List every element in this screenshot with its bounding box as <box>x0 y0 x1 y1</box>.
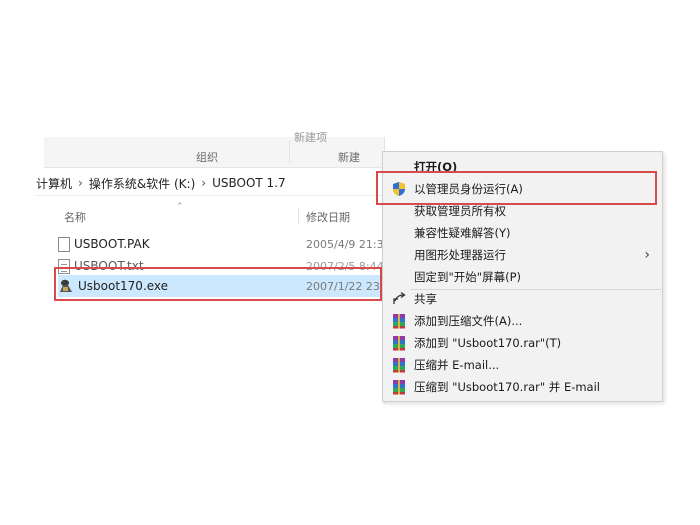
breadcrumb-computer[interactable]: 计算机 <box>36 175 72 192</box>
menu-item-label: 获取管理员所有权 <box>414 204 506 218</box>
ribbon-group-new[interactable]: 新建 <box>338 149 360 165</box>
chevron-right-icon[interactable]: › <box>201 176 206 190</box>
column-header: ⌃ 名称 修改日期 <box>44 202 384 229</box>
column-date-modified[interactable]: 修改日期 <box>306 209 350 225</box>
file-name: USBOOT.txt <box>74 259 144 273</box>
file-date: 2005/4/9 21:3 <box>306 237 384 251</box>
breadcrumb-folder[interactable]: USBOOT 1.7 <box>212 176 286 190</box>
menu-item-share[interactable]: 共享 <box>383 288 662 310</box>
menu-item-label: 压缩并 E-mail... <box>414 358 500 372</box>
menu-item-label: 添加到 "Usboot170.rar"(T) <box>414 336 562 350</box>
menu-item-label: 用图形处理器运行 <box>414 248 506 262</box>
menu-item-compress-rar-email[interactable]: 压缩到 "Usboot170.rar" 并 E-mail <box>383 376 662 398</box>
file-date: 2007/2/5 8:44 <box>306 259 384 273</box>
menu-item-add-rar[interactable]: 添加到 "Usboot170.rar"(T) <box>383 332 662 354</box>
winrar-icon <box>393 380 405 395</box>
file-name: Usboot170.exe <box>78 279 169 293</box>
shield-icon <box>393 182 405 196</box>
menu-item-troubleshoot[interactable]: 兼容性疑难解答(Y) <box>383 222 662 244</box>
menu-item-label: 添加到压缩文件(A)... <box>414 314 523 328</box>
share-icon <box>393 291 406 304</box>
ribbon-clipped-label: 新建项 <box>294 131 327 144</box>
menu-item-label: 兼容性疑难解答(Y) <box>414 226 511 240</box>
file-name: USBOOT.PAK <box>74 237 150 251</box>
ribbon-group-organize[interactable]: 组织 <box>196 149 218 165</box>
breadcrumb-drive[interactable]: 操作系统&软件 (K:) <box>89 175 195 192</box>
chevron-right-icon[interactable]: › <box>78 176 83 190</box>
menu-item-compress-email[interactable]: 压缩并 E-mail... <box>383 354 662 376</box>
executable-icon <box>60 279 72 292</box>
menu-item-label: 共享 <box>414 292 437 306</box>
ribbon-divider <box>289 141 290 163</box>
winrar-icon <box>393 358 405 373</box>
file-row[interactable]: USBOOT.PAK 2005/4/9 21:3 <box>58 233 384 255</box>
menu-item-label: 压缩到 "Usboot170.rar" 并 E-mail <box>414 380 600 394</box>
menu-item-take-ownership[interactable]: 获取管理员所有权 <box>383 200 662 222</box>
menu-item-run-as-admin[interactable]: 以管理员身份运行(A) <box>383 178 662 200</box>
menu-item-label: 固定到"开始"屏幕(P) <box>414 270 521 284</box>
text-file-icon <box>58 258 70 274</box>
file-row[interactable]: USBOOT.txt 2007/2/5 8:44 <box>58 255 384 277</box>
file-icon <box>58 236 70 252</box>
file-row-selected[interactable]: Usboot170.exe 2007/1/22 23: <box>58 275 384 297</box>
chevron-right-icon: › <box>644 247 650 263</box>
ribbon: 新建项 组织 新建 <box>44 131 384 168</box>
menu-item-label: 以管理员身份运行(A) <box>414 182 523 196</box>
file-explorer: 新建项 组织 新建 计算机 › 操作系统&软件 (K:) › USBOOT 1.… <box>36 131 385 404</box>
sort-up-icon: ⌃ <box>176 202 184 212</box>
menu-item-label: 打开(O) <box>414 160 458 174</box>
winrar-icon <box>393 314 405 329</box>
menu-item-open[interactable]: 打开(O) <box>383 156 662 178</box>
menu-item-add-archive[interactable]: 添加到压缩文件(A)... <box>383 310 662 332</box>
column-name[interactable]: 名称 <box>64 209 86 225</box>
winrar-icon <box>393 336 405 351</box>
context-menu: 打开(O) 以管理员身份运行(A) 获取管理员所有权 兼容性疑难解答(Y) 用图… <box>382 151 663 402</box>
file-date: 2007/1/22 23: <box>306 279 384 293</box>
menu-item-pin-start[interactable]: 固定到"开始"屏幕(P) <box>383 266 662 288</box>
menu-item-run-with-gpu[interactable]: 用图形处理器运行 › <box>383 244 662 266</box>
breadcrumb[interactable]: 计算机 › 操作系统&软件 (K:) › USBOOT 1.7 <box>36 171 382 196</box>
column-divider[interactable] <box>298 207 299 225</box>
